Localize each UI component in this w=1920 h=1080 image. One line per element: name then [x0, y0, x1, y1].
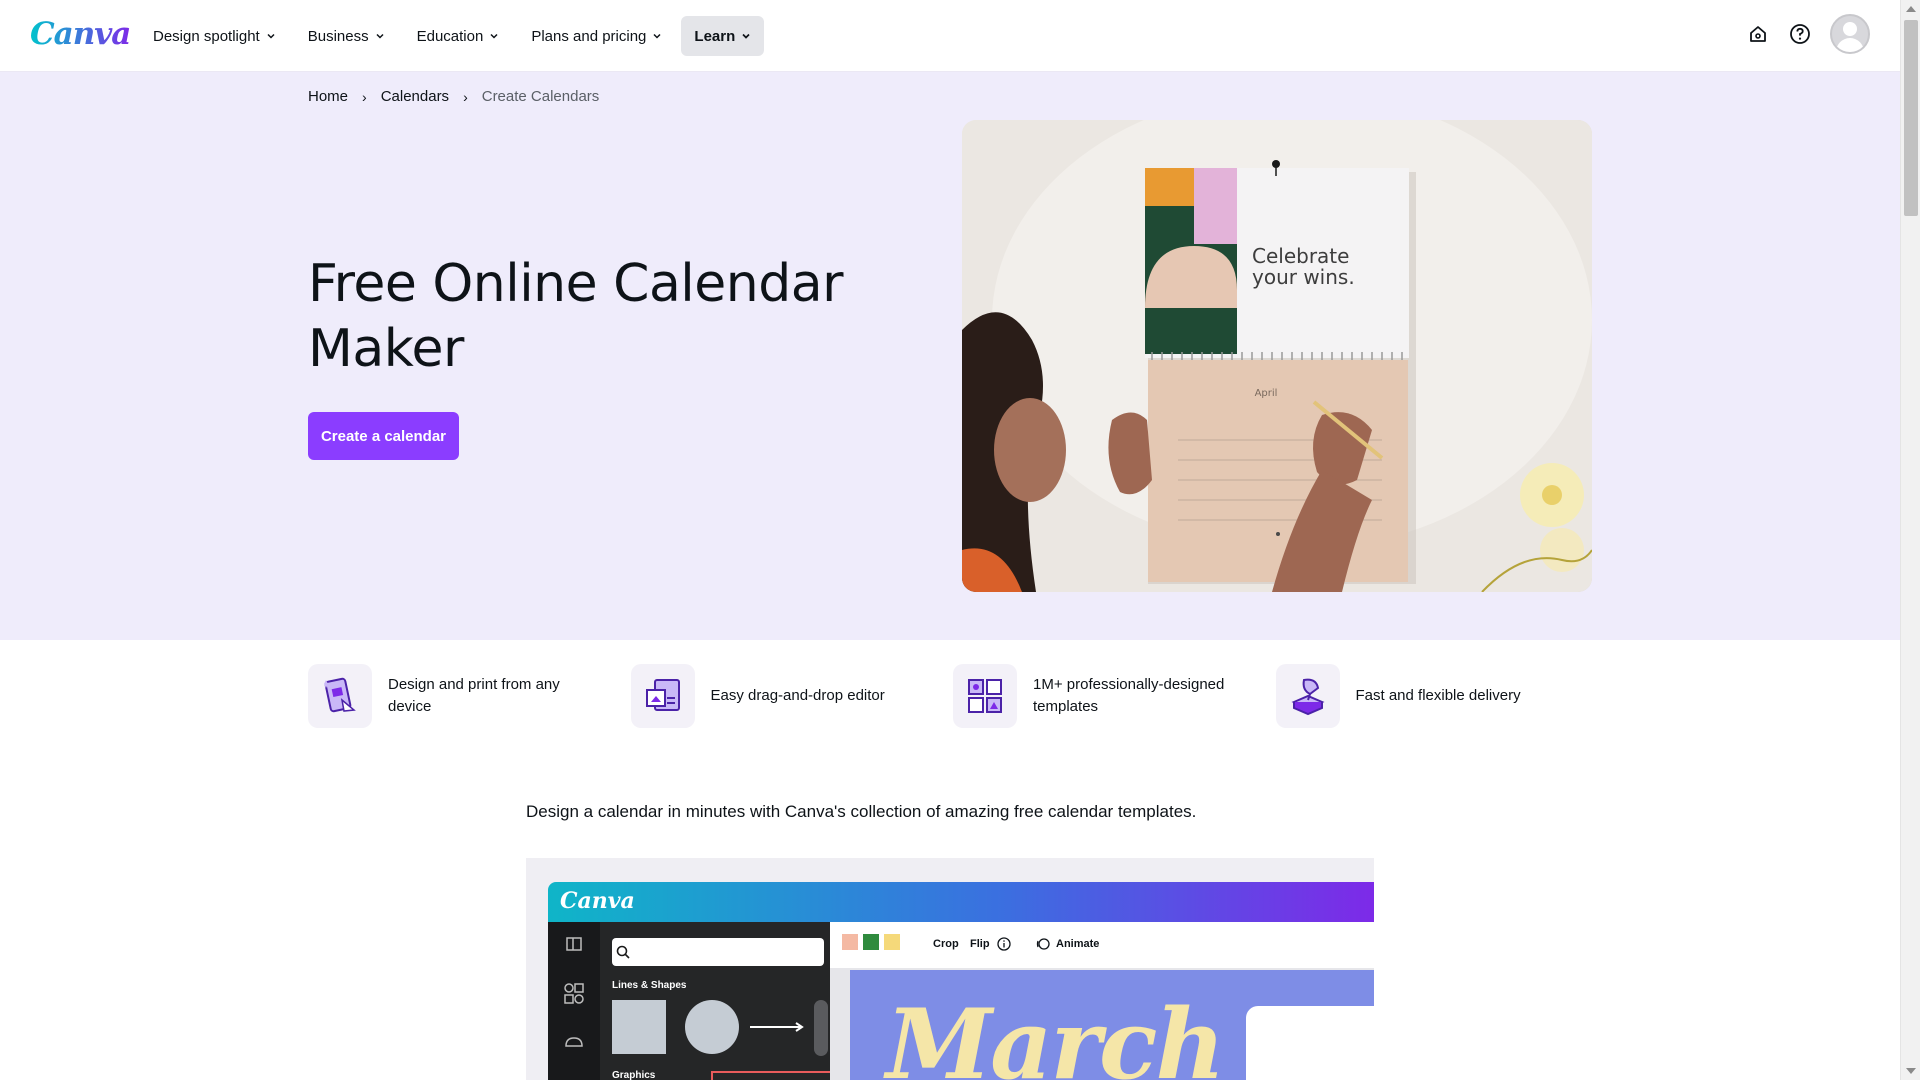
avatar-head [1843, 22, 1857, 36]
feature-item: Easy drag-and-drop editor [630, 664, 954, 728]
templates-icon [953, 664, 1017, 728]
preview-animate-tool: Animate [1056, 938, 1100, 950]
preview-panel-heading: Lines & Shapes [612, 980, 687, 991]
chevron-down-icon [742, 33, 750, 39]
feature-item: 1M+ professionally-designed templates [953, 664, 1276, 728]
create-calendar-button[interactable]: Create a calendar [308, 412, 459, 460]
canva-logo[interactable]: Canva [30, 16, 131, 52]
hero-image: Celebrate your wins. April [962, 120, 1592, 592]
page-scrollbar[interactable] [1900, 0, 1920, 1080]
chevron-down-icon [376, 33, 384, 39]
help-icon[interactable] [1788, 22, 1812, 46]
preview-photo-card [1246, 1006, 1374, 1080]
chevron-down-icon [653, 33, 661, 39]
scroll-down-arrow-icon[interactable] [1906, 1068, 1916, 1074]
scroll-thumb[interactable] [1904, 20, 1918, 216]
nav-learn[interactable]: Learn [681, 16, 765, 56]
preview-canva-logo: Canva [560, 888, 635, 914]
nav-label: Business [307, 27, 369, 45]
main-menu: Design spotlight Business Education Plan… [140, 16, 765, 56]
feature-text: Design and print from any device [388, 676, 560, 715]
preview-flip-tool: Flip [970, 938, 990, 950]
feature-item: Design and print from any device [308, 664, 631, 728]
chevron-right-icon: › [463, 88, 468, 105]
preview-crop-tool: Crop [933, 938, 959, 950]
calendar-month-label: April [1255, 388, 1278, 399]
hero-section: Home › Calendars › Create Calendars Free… [0, 72, 1900, 640]
info-icon [997, 937, 1011, 951]
feature-text: Fast and flexible delivery [1355, 687, 1521, 704]
preview-side-rail [548, 922, 600, 1080]
home-icon[interactable] [1746, 22, 1770, 46]
drag-drop-icon [630, 664, 695, 728]
nav-design-spotlight[interactable]: Design spotlight [140, 16, 289, 56]
design-print-icon [308, 664, 372, 728]
preview-search-input [612, 938, 824, 966]
preview-toolbar [830, 922, 1374, 968]
avatar-body [1836, 38, 1864, 52]
top-navigation: Canva Design spotlight Business Educatio… [0, 0, 1900, 72]
nav-label: Learn [694, 27, 736, 45]
feature-list: Design and print from any device Easy dr… [308, 664, 1598, 728]
calendar-headline-line-2: your wins. [1252, 265, 1355, 289]
nav-label: Education [416, 27, 484, 45]
feature-text: Easy drag-and-drop editor [710, 687, 885, 704]
nav-label: Design spotlight [153, 27, 260, 45]
intro-text: Design a calendar in minutes with Canva'… [526, 802, 1197, 821]
breadcrumb-calendars[interactable]: Calendars [381, 88, 449, 105]
preview-rail-icons [564, 937, 584, 1047]
editor-preview-image: Canva Lines & Shapes Graphics Crop Flip … [526, 858, 1374, 1080]
breadcrumb-current: Create Calendars [481, 88, 600, 105]
preview-header [548, 882, 1374, 922]
nav-label: Plans and pricing [531, 27, 647, 45]
calendar-photo-illustration: Celebrate your wins. April [962, 120, 1592, 592]
avatar[interactable] [1830, 14, 1870, 54]
chevron-down-icon [490, 33, 498, 39]
chevron-down-icon [267, 33, 275, 39]
nav-education[interactable]: Education [404, 16, 513, 56]
breadcrumb: Home › Calendars › Create Calendars [308, 88, 599, 105]
nav-business[interactable]: Business [295, 16, 398, 56]
account-tools [1746, 14, 1870, 54]
preview-color-swatches [842, 934, 900, 950]
page-title: Free Online Calendar Maker [308, 254, 843, 379]
feature-text: 1M+ professionally-designed templates [1033, 676, 1225, 715]
search-icon [616, 945, 630, 959]
preview-panel-heading-2: Graphics [612, 1070, 656, 1080]
breadcrumb-home[interactable]: Home [308, 88, 348, 105]
chevron-right-icon: › [362, 88, 367, 105]
feature-item: Fast and flexible delivery [1275, 664, 1599, 728]
nav-plans-pricing[interactable]: Plans and pricing [518, 16, 675, 56]
preview-canvas-word: March [886, 988, 1225, 1080]
scroll-up-arrow-icon[interactable] [1906, 6, 1916, 12]
delivery-icon [1275, 664, 1340, 728]
animate-icon [1036, 938, 1050, 950]
